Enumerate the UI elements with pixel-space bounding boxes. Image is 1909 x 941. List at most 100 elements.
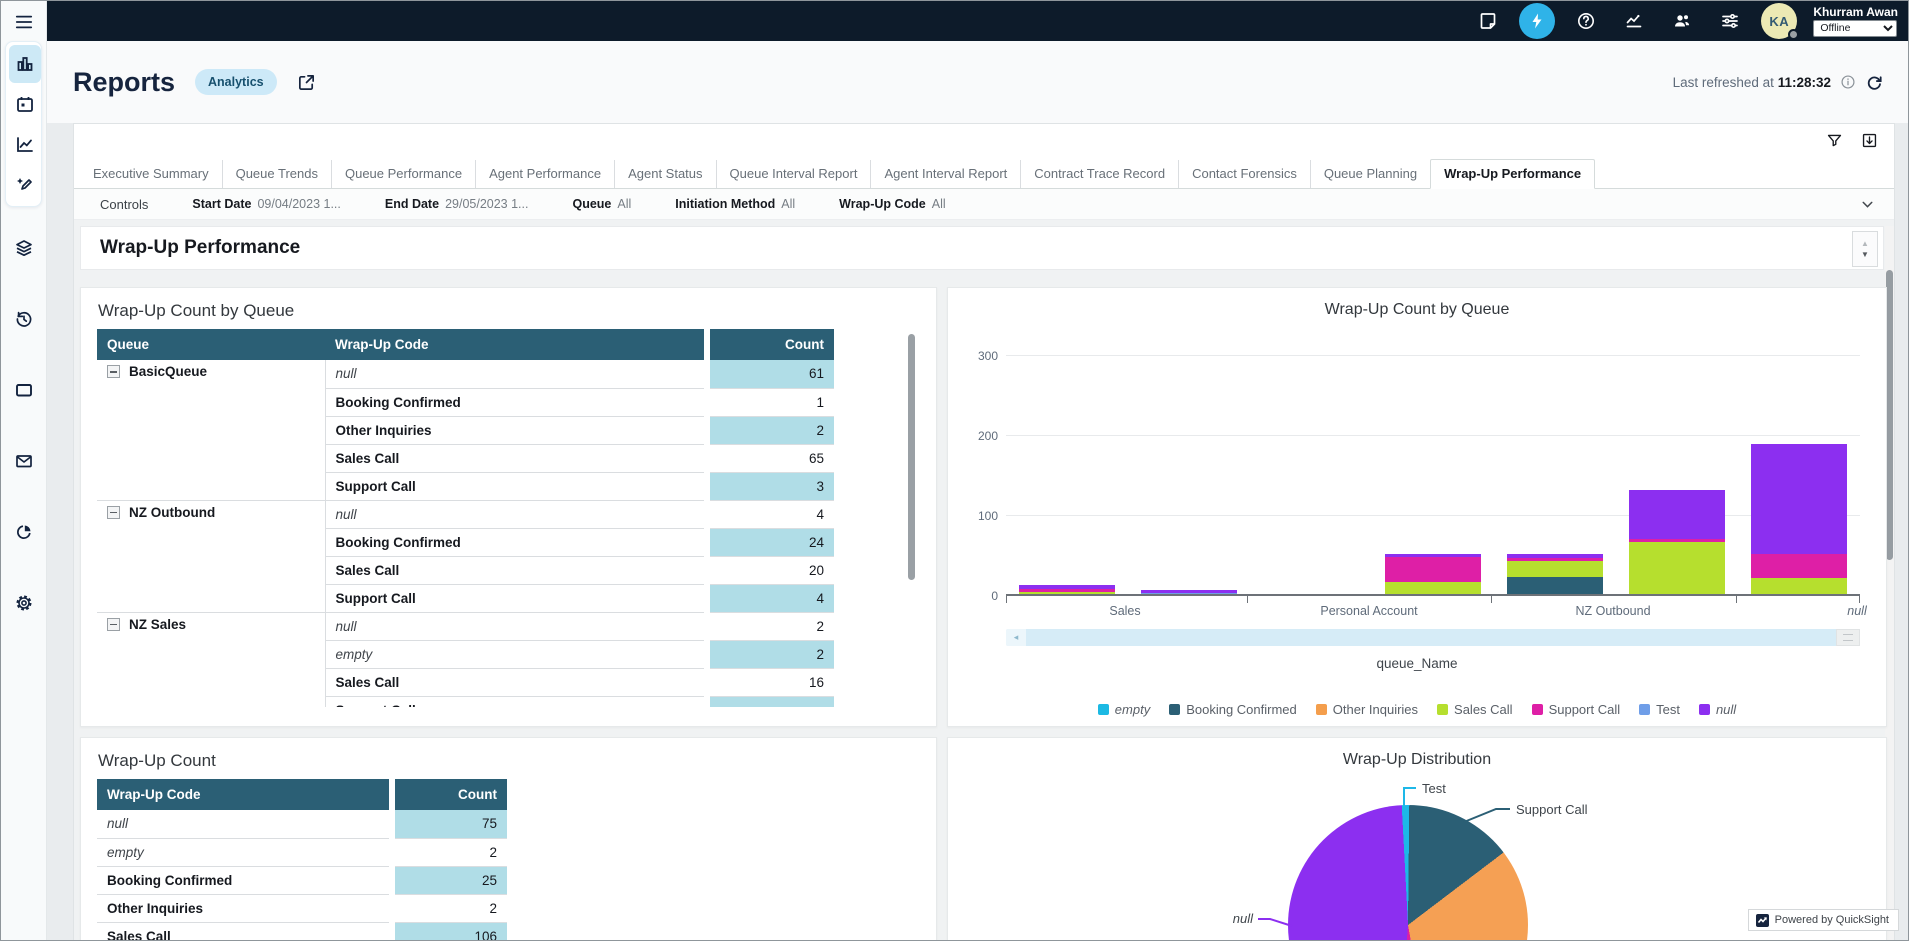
sheet-scrollbar-thumb[interactable] (1886, 270, 1893, 560)
collapse-icon[interactable] (107, 365, 120, 378)
scroll-band-right-handle[interactable] (1836, 629, 1860, 646)
legend-item[interactable]: Booking Confirmed (1169, 702, 1297, 717)
scroll-band-left-handle[interactable]: ◂ (1006, 629, 1026, 646)
wrapup-code-cell[interactable]: Support Call (325, 696, 707, 707)
count-cell[interactable]: 2 (707, 416, 834, 444)
control-filter-wrap-up-code[interactable]: Wrap-Up CodeAll (839, 197, 945, 211)
legend-item[interactable]: empty (1098, 702, 1150, 717)
control-filter-start-date[interactable]: Start Date09/04/2023 1... (192, 197, 340, 211)
menu-icon[interactable] (12, 12, 36, 32)
legend-item[interactable]: Sales Call (1437, 702, 1513, 717)
wrapup-code-cell[interactable]: Support Call (325, 472, 707, 500)
control-filter-end-date[interactable]: End Date29/05/2023 1... (385, 197, 529, 211)
column-header-queue[interactable]: Queue (97, 329, 325, 360)
count-cell[interactable]: 16 (707, 668, 834, 696)
wrapup-code-cell[interactable]: null (325, 500, 707, 528)
legend-item[interactable]: null (1699, 702, 1736, 717)
wrapup-code-cell[interactable]: Sales Call (325, 444, 707, 472)
tab-agent-performance[interactable]: Agent Performance (475, 160, 614, 188)
column-header-wrapup-code[interactable]: Wrap-Up Code (325, 329, 707, 360)
wrapup-code-cell[interactable]: Booking Confirmed (325, 528, 707, 556)
tab-queue-performance[interactable]: Queue Performance (331, 160, 475, 188)
bar-segment[interactable] (1629, 542, 1725, 594)
count-cell[interactable]: 25 (392, 866, 507, 894)
bar-chart-icon[interactable] (9, 45, 41, 83)
stacked-bar[interactable] (1751, 444, 1847, 596)
count-cell[interactable]: 61 (707, 360, 834, 388)
help-icon[interactable] (1569, 4, 1603, 38)
tab-agent-interval-report[interactable]: Agent Interval Report (870, 160, 1020, 188)
count-cell[interactable]: 75 (392, 810, 507, 838)
legend-item[interactable]: Other Inquiries (1316, 702, 1418, 717)
tab-agent-status[interactable]: Agent Status (614, 160, 715, 188)
chart-scroll-band[interactable]: ◂ (1006, 629, 1860, 646)
window-icon[interactable] (8, 371, 40, 409)
tab-queue-planning[interactable]: Queue Planning (1310, 160, 1430, 188)
tab-wrap-up-performance[interactable]: Wrap-Up Performance (1430, 159, 1595, 189)
powered-by-badge[interactable]: Powered by QuickSight (1748, 909, 1899, 931)
pie-chart[interactable] (1288, 805, 1528, 941)
column-header-count[interactable]: Count (707, 329, 834, 360)
export-icon[interactable] (1861, 132, 1878, 149)
wrapup-code-cell[interactable]: Booking Confirmed (97, 866, 392, 894)
mail-icon[interactable] (8, 442, 40, 480)
notes-icon[interactable] (1471, 4, 1505, 38)
refresh-icon[interactable] (1865, 73, 1884, 92)
collapse-icon[interactable] (107, 618, 120, 631)
presence-select[interactable]: Offline (1813, 20, 1897, 37)
stacked-bar[interactable] (1507, 554, 1603, 596)
legend-item[interactable]: Test (1639, 702, 1680, 717)
pie-chart-icon[interactable] (8, 513, 40, 551)
column-header-count[interactable]: Count (392, 779, 507, 810)
external-link-icon[interactable] (297, 73, 316, 92)
column-header-wrapup-code[interactable]: Wrap-Up Code (97, 779, 392, 810)
count-cell[interactable]: 65 (707, 444, 834, 472)
tab-queue-interval-report[interactable]: Queue Interval Report (716, 160, 871, 188)
tab-contact-forensics[interactable]: Contact Forensics (1178, 160, 1310, 188)
wrapup-code-cell[interactable]: Support Call (325, 584, 707, 612)
count-cell[interactable]: 4 (707, 500, 834, 528)
chevron-down-icon[interactable] (1859, 196, 1876, 213)
settings-sliders-icon[interactable] (1713, 4, 1747, 38)
count-cell[interactable]: 2 (392, 894, 507, 922)
history-icon[interactable] (8, 300, 40, 338)
count-cell[interactable]: 3 (707, 472, 834, 500)
tab-contract-trace-record[interactable]: Contract Trace Record (1020, 160, 1178, 188)
filter-icon[interactable] (1826, 132, 1843, 149)
count-cell[interactable]: 106 (392, 922, 507, 941)
count-cell[interactable]: 24 (707, 528, 834, 556)
wrapup-code-cell[interactable]: Other Inquiries (97, 894, 392, 922)
contacts-icon[interactable] (1665, 4, 1699, 38)
collapse-icon[interactable] (107, 506, 120, 519)
metrics-icon[interactable] (1617, 4, 1651, 38)
wrapup-code-cell[interactable]: Sales Call (97, 922, 392, 941)
table-scrollbar-thumb[interactable] (908, 334, 915, 580)
bar-segment[interactable] (1751, 554, 1847, 578)
count-cell[interactable]: 1 (707, 388, 834, 416)
bolt-icon[interactable] (1519, 3, 1555, 39)
user-avatar[interactable]: KA (1761, 3, 1797, 39)
count-cell[interactable]: 2 (707, 612, 834, 640)
control-filter-queue[interactable]: QueueAll (572, 197, 631, 211)
info-icon[interactable] (1840, 74, 1856, 90)
tab-queue-trends[interactable]: Queue Trends (222, 160, 331, 188)
wrapup-code-cell[interactable]: empty (97, 838, 392, 866)
gear-icon[interactable] (8, 584, 40, 622)
count-cell[interactable]: 4 (707, 584, 834, 612)
count-cell[interactable] (707, 696, 834, 707)
count-cell[interactable]: 20 (707, 556, 834, 584)
layers-icon[interactable] (8, 229, 40, 267)
wrapup-code-cell[interactable]: Sales Call (325, 668, 707, 696)
design-icon[interactable] (9, 165, 41, 203)
bar-segment[interactable] (1385, 582, 1481, 595)
wrapup-code-cell[interactable]: null (325, 360, 707, 388)
wrapup-code-cell[interactable]: null (97, 810, 392, 838)
wrapup-code-cell[interactable]: Other Inquiries (325, 416, 707, 444)
control-filter-initiation-method[interactable]: Initiation MethodAll (675, 197, 795, 211)
bar-segment[interactable] (1385, 557, 1481, 582)
bar-segment[interactable] (1751, 578, 1847, 594)
spinner-down-icon[interactable]: ▼ (1861, 251, 1869, 259)
stacked-bar[interactable] (1629, 490, 1725, 596)
bar-segment[interactable] (1507, 561, 1603, 577)
wrapup-code-cell[interactable]: empty (325, 640, 707, 668)
